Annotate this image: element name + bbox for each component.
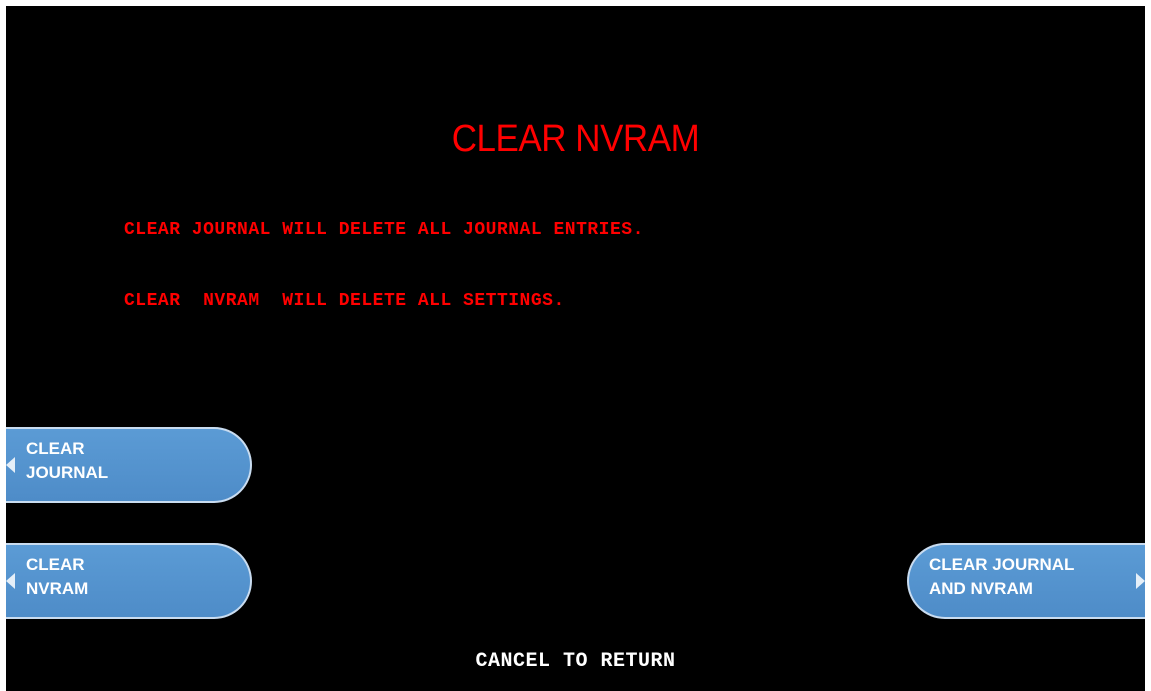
clear-nvram-label: CLEAR NVRAM: [26, 555, 89, 598]
clear-journal-and-nvram-button[interactable]: CLEAR JOURNAL AND NVRAM: [907, 543, 1145, 619]
clear-nvram-button[interactable]: CLEAR NVRAM: [6, 543, 252, 619]
arrow-left-icon: [6, 573, 15, 589]
nvram-warning-text: CLEAR NVRAM WILL DELETE ALL SETTINGS.: [124, 291, 565, 311]
arrow-right-icon: [1136, 573, 1145, 589]
clear-journal-button[interactable]: CLEAR JOURNAL: [6, 427, 252, 503]
clear-journal-and-nvram-label: CLEAR JOURNAL AND NVRAM: [929, 555, 1075, 598]
journal-warning-text: CLEAR JOURNAL WILL DELETE ALL JOURNAL EN…: [124, 220, 644, 240]
atm-screen: CLEAR NVRAM CLEAR JOURNAL WILL DELETE AL…: [6, 6, 1145, 691]
cancel-instruction: CANCEL TO RETURN: [475, 650, 676, 673]
page-title: CLEAR NVRAM: [451, 118, 700, 160]
arrow-left-icon: [6, 457, 15, 473]
clear-journal-label: CLEAR JOURNAL: [26, 439, 109, 482]
